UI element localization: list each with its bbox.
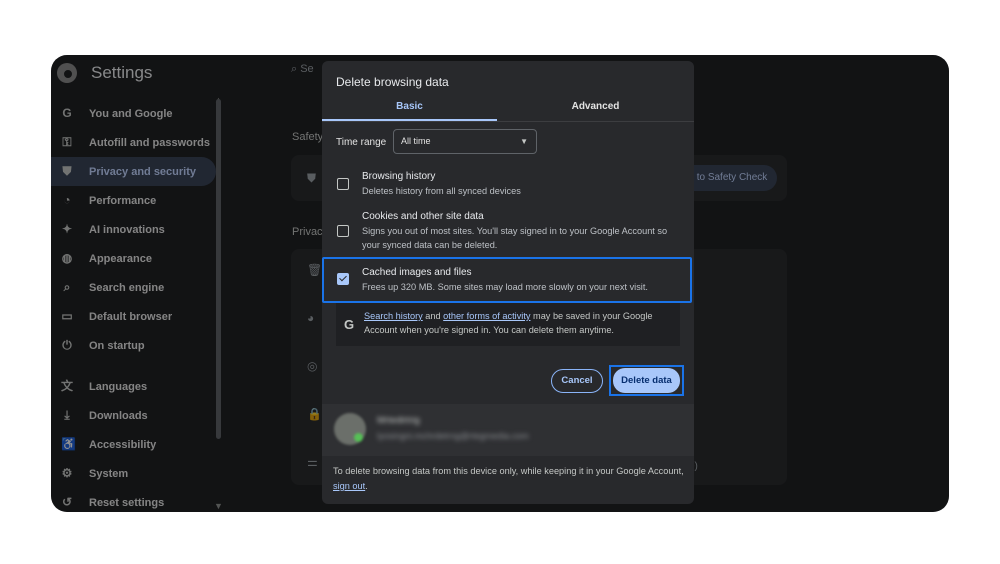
- option-description: Deletes history from all synced devices: [362, 186, 521, 196]
- browsing-history-checkbox[interactable]: [337, 178, 349, 190]
- footer-text: To delete browsing data from this device…: [333, 466, 684, 476]
- option-description: Frees up 320 MB. Some sites may load mor…: [362, 282, 648, 292]
- tab-indicator: [322, 119, 497, 121]
- info-mid: and: [422, 311, 444, 321]
- option-title: Browsing history: [362, 171, 436, 182]
- delete-data-button[interactable]: Delete data: [613, 368, 680, 393]
- dialog-title: Delete browsing data: [336, 75, 449, 89]
- dialog-footer: To delete browsing data from this device…: [333, 464, 688, 494]
- cancel-button[interactable]: Cancel: [551, 369, 603, 393]
- option-description: Signs you out of most sites. You'll stay…: [362, 226, 668, 250]
- account-email: lyosingni.mchrdetrng@rtegmedia.com: [377, 431, 529, 441]
- option-title: Cached images and files: [362, 267, 472, 278]
- avatar: [334, 413, 366, 445]
- option-title: Cookies and other site data: [362, 211, 484, 222]
- cookies-checkbox[interactable]: [337, 225, 349, 237]
- tab-basic[interactable]: Basic: [322, 101, 497, 112]
- footer-end: .: [365, 481, 368, 491]
- google-activity-info: G Search history and other forms of acti…: [336, 303, 680, 346]
- sign-out-link[interactable]: sign out: [333, 481, 365, 491]
- delete-browsing-data-dialog: Delete browsing data Basic Advanced Time…: [322, 61, 694, 504]
- other-activity-link[interactable]: other forms of activity: [443, 311, 530, 321]
- search-history-link[interactable]: Search history: [364, 311, 423, 321]
- tab-advanced[interactable]: Advanced: [497, 101, 694, 112]
- account-name: Mrtedirtrig: [377, 415, 420, 426]
- info-text: Search history and other forms of activi…: [364, 309, 674, 337]
- dialog-tabs: Basic Advanced: [322, 97, 694, 122]
- account-row: Mrtedirtrig lyosingni.mchrdetrng@rtegmed…: [322, 404, 694, 456]
- caret-down-icon: ▼: [520, 137, 528, 146]
- google-icon: G: [344, 317, 355, 332]
- cached-images-checkbox[interactable]: [337, 273, 349, 285]
- time-range-value: All time: [401, 136, 431, 146]
- time-range-label: Time range: [336, 137, 387, 148]
- time-range-select[interactable]: All time ▼: [393, 129, 537, 154]
